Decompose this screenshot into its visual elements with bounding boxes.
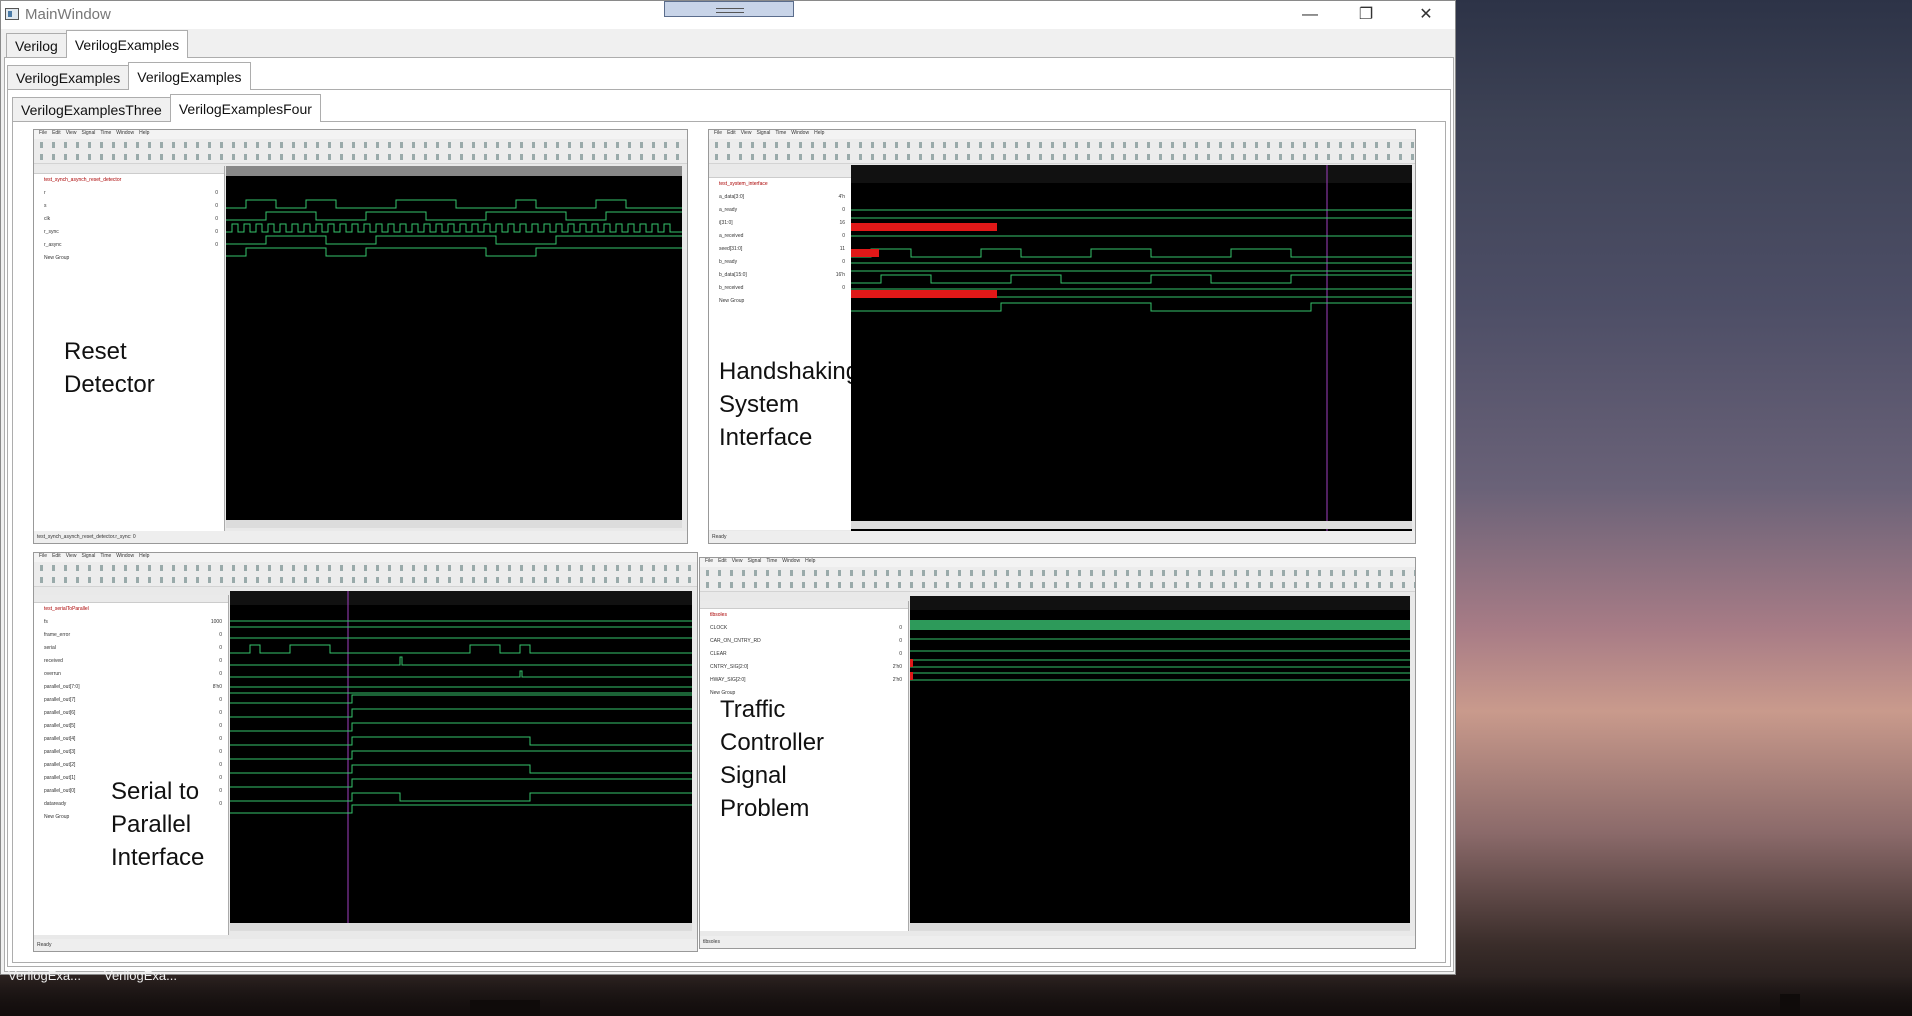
signal-row[interactable]: received 0 <box>34 655 228 668</box>
menu-bar[interactable]: File Edit View Signal Time Window Help <box>34 553 697 562</box>
signal-row[interactable]: fs 1000 <box>34 616 228 629</box>
signal-row[interactable]: b_ready 0 <box>709 256 851 269</box>
menu-bar[interactable]: File Edit View Signal Time Window Help <box>709 130 1415 139</box>
signal-row[interactable]: i[31:0] 16 <box>709 217 851 230</box>
tab-pane-level1: VerilogExamples VerilogExamples VerilogE… <box>4 57 1454 972</box>
tabbar-level2: VerilogExamples VerilogExamples <box>7 62 251 90</box>
signal-row[interactable]: parallel_out[5] 0 <box>34 720 228 733</box>
drag-handle[interactable] <box>664 1 794 17</box>
time-ruler <box>226 520 682 528</box>
signal-row[interactable]: a_received 0 <box>709 230 851 243</box>
tabbar-level3: VerilogExamplesThree VerilogExamplesFour <box>12 94 321 122</box>
waveform-view[interactable] <box>230 591 692 931</box>
tab-verilogexamples-2[interactable]: VerilogExamples <box>128 62 251 90</box>
main-window: MainWindow — ❐ ✕ Verilog VerilogExamples… <box>0 0 1456 975</box>
signal-row[interactable]: seed[31:0] 11 <box>709 243 851 256</box>
waveform-svg <box>851 165 1412 531</box>
signal-row[interactable]: overrun 0 <box>34 668 228 681</box>
status-bar: test_synch_asynch_reset_detector.r_sync:… <box>34 531 687 543</box>
gtkwave-traffic-controller[interactable]: File Edit View Signal Time Window Help tlbsole… <box>699 557 1416 949</box>
gtkwave-serial-parallel[interactable]: File Edit View Signal Time Window Help test_se… <box>33 552 698 952</box>
signal-row[interactable]: parallel_out[6] 0 <box>34 707 228 720</box>
signal-row[interactable]: CNTRY_SIG[2:0] 2'h0 <box>700 661 908 674</box>
toolbar-2[interactable] <box>34 151 687 164</box>
signal-row[interactable]: b_received 0 <box>709 282 851 295</box>
signal-row[interactable]: CLEAR 0 <box>700 648 908 661</box>
module-name: test_serialToParallel <box>44 606 89 612</box>
signal-row[interactable]: CLOCK 0 <box>700 622 908 635</box>
signal-row[interactable]: parallel_out[2] 0 <box>34 759 228 772</box>
gtkwave-reset-detector[interactable]: File Edit View Signal Time Window Help test_sy… <box>33 129 688 544</box>
title-bar[interactable]: MainWindow — ❐ ✕ <box>1 1 1455 29</box>
signal-row[interactable]: parallel_out[7:0] 8'h0 <box>34 681 228 694</box>
status-bar: Ready <box>709 531 1415 543</box>
waveform-view[interactable] <box>910 596 1410 931</box>
signal-row[interactable]: clk 0 <box>34 213 224 226</box>
tab-pane-level2: VerilogExamplesThree VerilogExamplesFour… <box>7 89 1451 967</box>
waveform-svg <box>226 166 682 257</box>
tab-verilogexamplesfour[interactable]: VerilogExamplesFour <box>169 94 321 122</box>
signal-row[interactable]: r_async 0 <box>34 239 224 252</box>
menu-bar[interactable]: File Edit View Signal Time Window Help <box>34 130 687 139</box>
time-ruler <box>910 923 1410 931</box>
tabbar-level1: Verilog VerilogExamples <box>6 30 189 58</box>
panel-label: Traffic Controller Signal Problem <box>720 696 825 822</box>
tab-pane-level3: File Edit View Signal Time Window Help test_sy… <box>12 121 1446 963</box>
signal-row[interactable]: r_sync 0 <box>34 226 224 239</box>
waveform-view[interactable] <box>226 166 682 528</box>
app-icon <box>5 8 19 20</box>
window-title: MainWindow <box>25 6 111 23</box>
new-group: New Group <box>719 298 745 304</box>
new-group: New Group <box>44 255 70 261</box>
signal-list[interactable]: test_system_interface a_data[3:0] 4'h a_r… <box>709 170 852 530</box>
desktop-landscape <box>0 976 1912 1016</box>
signal-row[interactable]: serial 0 <box>34 642 228 655</box>
signal-row[interactable]: parallel_out[4] 0 <box>34 733 228 746</box>
tab-verilogexamples-1[interactable]: VerilogExamples <box>7 65 130 90</box>
time-ruler <box>851 521 1412 529</box>
status-bar: Ready <box>34 939 697 951</box>
signal-row[interactable]: a_ready 0 <box>709 204 851 217</box>
waveform-view[interactable] <box>851 165 1412 531</box>
waveform-svg <box>230 591 692 931</box>
tab-verilog[interactable]: Verilog <box>6 33 67 58</box>
signal-list[interactable]: test_serialToParallel fs 1000 frame_error… <box>34 595 229 935</box>
signal-row[interactable]: r0 <box>34 187 224 200</box>
panel-label: Handshaking System Interface <box>719 358 860 451</box>
close-button[interactable]: ✕ <box>1403 3 1449 27</box>
signal-row[interactable]: a_data[3:0] 4'h <box>709 191 851 204</box>
toolbar-2[interactable] <box>34 574 697 587</box>
module-name: test_system_interface <box>719 181 768 187</box>
desktop-item-1[interactable]: VerilogExa... <box>8 968 81 983</box>
minimize-button[interactable]: — <box>1287 3 1333 27</box>
toolbar-2[interactable] <box>700 579 1415 592</box>
signal-row[interactable]: HWAY_SIG[2:0] 2'h0 <box>700 674 908 687</box>
signal-row[interactable]: parallel_out[3] 0 <box>34 746 228 759</box>
gtkwave-handshaking[interactable]: File Edit View Signal Time Window Help test_sy… <box>708 129 1416 544</box>
tab-verilogexamplesthree[interactable]: VerilogExamplesThree <box>12 97 171 122</box>
maximize-button[interactable]: ❐ <box>1343 3 1389 27</box>
module-name: test_synch_asynch_reset_detector <box>44 177 122 183</box>
menu-bar[interactable]: File Edit View Signal Time Window Help <box>700 558 1415 567</box>
panel-label: Reset Detector <box>64 338 155 398</box>
tab-verilogexamples[interactable]: VerilogExamples <box>65 30 189 58</box>
signal-row[interactable]: parallel_out[7] 0 <box>34 694 228 707</box>
module-name: tlbsoles <box>710 612 727 618</box>
desktop-item-2[interactable]: VerilogExa... <box>104 968 177 983</box>
signal-row[interactable]: frame_error 0 <box>34 629 228 642</box>
signal-row[interactable]: s0 <box>34 200 224 213</box>
waveform-svg <box>910 596 1410 681</box>
time-ruler <box>230 923 692 931</box>
signal-row[interactable]: CAR_ON_CNTRY_RD 0 <box>700 635 908 648</box>
status-bar: tlbsoles <box>700 936 1415 948</box>
panel-label: Serial to Parallel Interface <box>111 778 205 871</box>
toolbar-2[interactable] <box>709 151 1415 164</box>
signal-row[interactable]: b_data[15:0] 16'h <box>709 269 851 282</box>
